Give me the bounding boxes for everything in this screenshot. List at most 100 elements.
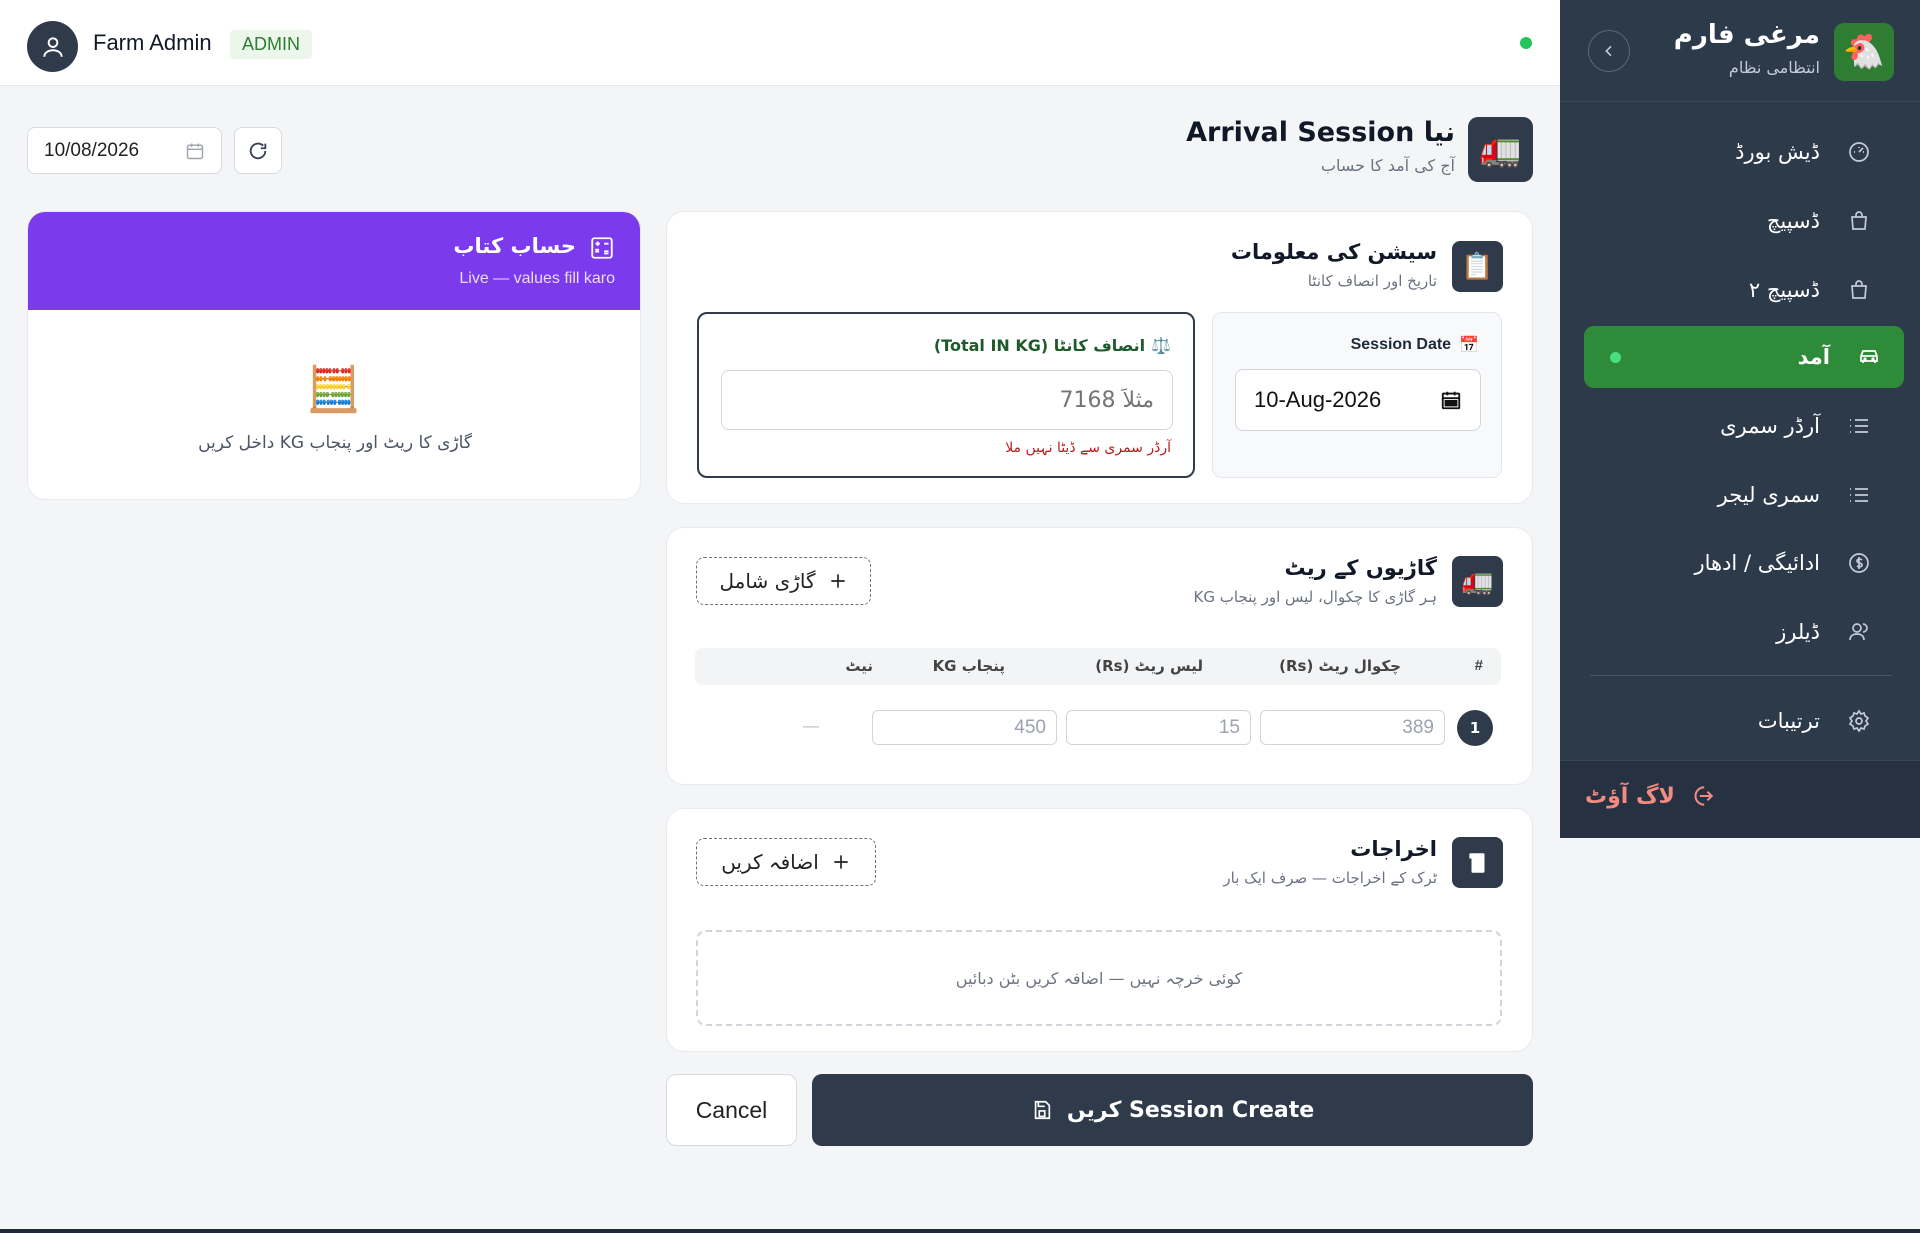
truck-icon: 🚛 — [1468, 117, 1533, 182]
calendar-icon — [186, 143, 204, 159]
active-indicator-dot — [1610, 352, 1621, 363]
session-date-value: 10-Aug-2026 — [1254, 387, 1382, 412]
kanta-label-row: انصاف کانٹا (Total IN KG) ⚖️ — [934, 336, 1171, 355]
session-date-label: Session Date — [1350, 335, 1452, 353]
sidebar-item-dealers[interactable]: ڈیلرز — [1584, 601, 1894, 663]
sidebar-item-summary-ledger[interactable]: سمری لیجر — [1584, 464, 1894, 526]
expenses-subtitle: ٹرک کے اخراجات — صرف ایک بار — [1223, 869, 1437, 887]
session-info-subtitle: تاریخ اور انصاف کانٹا — [1307, 272, 1437, 290]
role-badge: ADMIN — [230, 30, 312, 59]
ledger-header: حساب کتاب Live — values fill karo — [28, 212, 640, 310]
list-icon — [1846, 413, 1872, 439]
logout-label: لاگ آؤٹ — [1585, 783, 1675, 809]
less-rate-input[interactable]: 15 — [1066, 710, 1251, 745]
session-date-box: Session Date 📅 10-Aug-2026 — [1212, 312, 1502, 478]
create-session-button[interactable]: Session Create کریں — [812, 1074, 1533, 1146]
session-info-card: 📋 سیشن کی معلومات تاریخ اور انصاف کانٹا … — [666, 211, 1533, 504]
expenses-empty-state: کوئی خرچہ نہیں — اضافہ کریں بٹن دبائیں — [696, 930, 1502, 1026]
column-header-chakwal-rate: چکوال ریٹ (Rs) — [1279, 657, 1401, 675]
vehicle-rates-subtitle: ہر گاڑی کا چکوال، لیس اور پنجاب KG — [1193, 588, 1437, 606]
session-date-input[interactable]: 10-Aug-2026 — [1235, 369, 1481, 431]
shopping-bag-icon — [1846, 208, 1872, 234]
bottom-border — [0, 1229, 1920, 1233]
session-info-title: سیشن کی معلومات — [1230, 240, 1437, 264]
kanta-label: انصاف کانٹا (Total IN KG) — [933, 336, 1146, 355]
logout-icon — [1694, 786, 1714, 806]
calendar-icon: 📅 — [1459, 335, 1479, 354]
user-icon — [42, 36, 63, 57]
logout-button[interactable]: لاگ آؤٹ — [1585, 783, 1715, 809]
top-bar: Farm Admin ADMIN — [0, 0, 1560, 86]
filter-date-input[interactable]: 10/08/2026 — [27, 127, 222, 174]
scale-icon: ⚖️ — [1151, 336, 1171, 355]
ledger-subtitle: Live — values fill karo — [459, 270, 615, 287]
sidebar-item-label: ادائیگی / ادھار — [1694, 551, 1820, 575]
user-name: Farm Admin — [93, 30, 212, 55]
sidebar-item-payments[interactable]: ادائیگی / ادھار — [1584, 532, 1894, 594]
sidebar-item-label: ڈسپیچ — [1766, 209, 1820, 233]
collapse-sidebar-button[interactable] — [1588, 30, 1630, 72]
ledger-title: حساب کتاب — [453, 234, 576, 258]
dollar-circle-icon — [1846, 550, 1872, 576]
ledger-empty-message: گاڑی کا ریٹ اور پنجاب KG داخل کریں — [198, 433, 472, 453]
cancel-button[interactable]: Cancel — [666, 1074, 797, 1146]
sidebar: مرغی فارم انتظامی نظام 🐔 ڈیش بورڈ ڈسپیچ … — [1560, 0, 1920, 838]
logout-section: لاگ آؤٹ — [1560, 760, 1920, 838]
sidebar-item-label: ڈسپیچ ۲ — [1748, 278, 1820, 302]
filter-date-value: 10/08/2026 — [44, 139, 140, 161]
calculator-icon — [591, 237, 613, 259]
online-status-indicator — [1520, 37, 1532, 49]
list-icon — [1846, 482, 1872, 508]
add-expense-label: اضافہ کریں — [721, 850, 819, 874]
session-date-label-row: Session Date 📅 — [1351, 335, 1479, 354]
expenses-title: اخراجات — [1350, 837, 1437, 861]
rates-table-header: # چکوال ریٹ (Rs) لیس ریٹ (Rs) پنجاب KG ن… — [695, 648, 1501, 685]
chevron-left-icon — [1605, 45, 1612, 57]
sidebar-item-dashboard[interactable]: ڈیش بورڈ — [1584, 121, 1894, 183]
clipboard-icon: 📋 — [1452, 241, 1503, 292]
row-number-badge: 1 — [1457, 710, 1493, 746]
sidebar-header: مرغی فارم انتظامی نظام 🐔 — [1560, 0, 1920, 102]
kanta-error-message: آرڈر سمری سے ڈیٹا نہیں ملا — [1005, 440, 1171, 456]
sidebar-item-label: آرڈر سمری — [1720, 414, 1820, 438]
page-subtitle: آج کی آمد کا حساب — [1320, 156, 1455, 175]
column-header-number: # — [1474, 657, 1483, 674]
chakwal-rate-input[interactable]: 389 — [1260, 710, 1445, 745]
sidebar-item-dispatch-2[interactable]: ڈسپیچ ۲ — [1584, 259, 1894, 321]
column-header-less-rate: لیس ریٹ (Rs) — [1095, 657, 1203, 675]
page-header: نیا Arrival Session آج کی آمد کا حساب — [1186, 117, 1455, 175]
abacus-icon: 🧮 — [306, 364, 361, 415]
user-avatar[interactable] — [27, 21, 78, 72]
sidebar-item-label: آمد — [1797, 345, 1830, 369]
sidebar-item-label: ڈیش بورڈ — [1735, 140, 1820, 164]
gear-icon — [1846, 708, 1872, 734]
add-vehicle-button[interactable]: گاڑی شامل — [696, 557, 871, 605]
punjab-kg-input[interactable]: 450 — [872, 710, 1057, 745]
sidebar-item-dispatch[interactable]: ڈسپیچ — [1584, 190, 1894, 252]
ledger-card: حساب کتاب Live — values fill karo 🧮 گاڑی… — [27, 211, 641, 500]
plus-icon — [834, 855, 848, 869]
sidebar-item-label: ترتیبات — [1757, 709, 1820, 733]
users-icon — [1846, 619, 1872, 645]
sidebar-item-arrival[interactable]: آمد — [1584, 326, 1904, 388]
create-session-label: Session Create کریں — [1066, 1097, 1315, 1123]
refresh-button[interactable] — [234, 127, 282, 174]
refresh-icon — [249, 142, 267, 159]
app-subtitle: انتظامی نظام — [1728, 58, 1820, 77]
car-icon — [1856, 344, 1882, 370]
expenses-card: اخراجات ٹرک کے اخراجات — صرف ایک بار اضا… — [666, 808, 1533, 1052]
sidebar-item-settings[interactable]: ترتیبات — [1584, 690, 1894, 752]
kanta-input[interactable] — [721, 370, 1173, 430]
add-vehicle-label: گاڑی شامل — [719, 569, 816, 593]
add-expense-button[interactable]: اضافہ کریں — [696, 838, 876, 886]
column-header-net: نیٹ — [845, 657, 873, 675]
app-title: مرغی فارم — [1673, 20, 1820, 50]
sidebar-divider — [1590, 675, 1892, 676]
net-value: — — [802, 716, 820, 737]
chicken-logo-icon: 🐔 — [1834, 23, 1894, 81]
sidebar-item-order-summary[interactable]: آرڈر سمری — [1584, 395, 1894, 457]
vehicle-rates-title: گاڑیوں کے ریٹ — [1284, 556, 1437, 580]
calendar-picker-icon[interactable] — [1440, 389, 1462, 411]
plus-icon — [830, 574, 845, 588]
receipt-icon — [1452, 837, 1503, 888]
